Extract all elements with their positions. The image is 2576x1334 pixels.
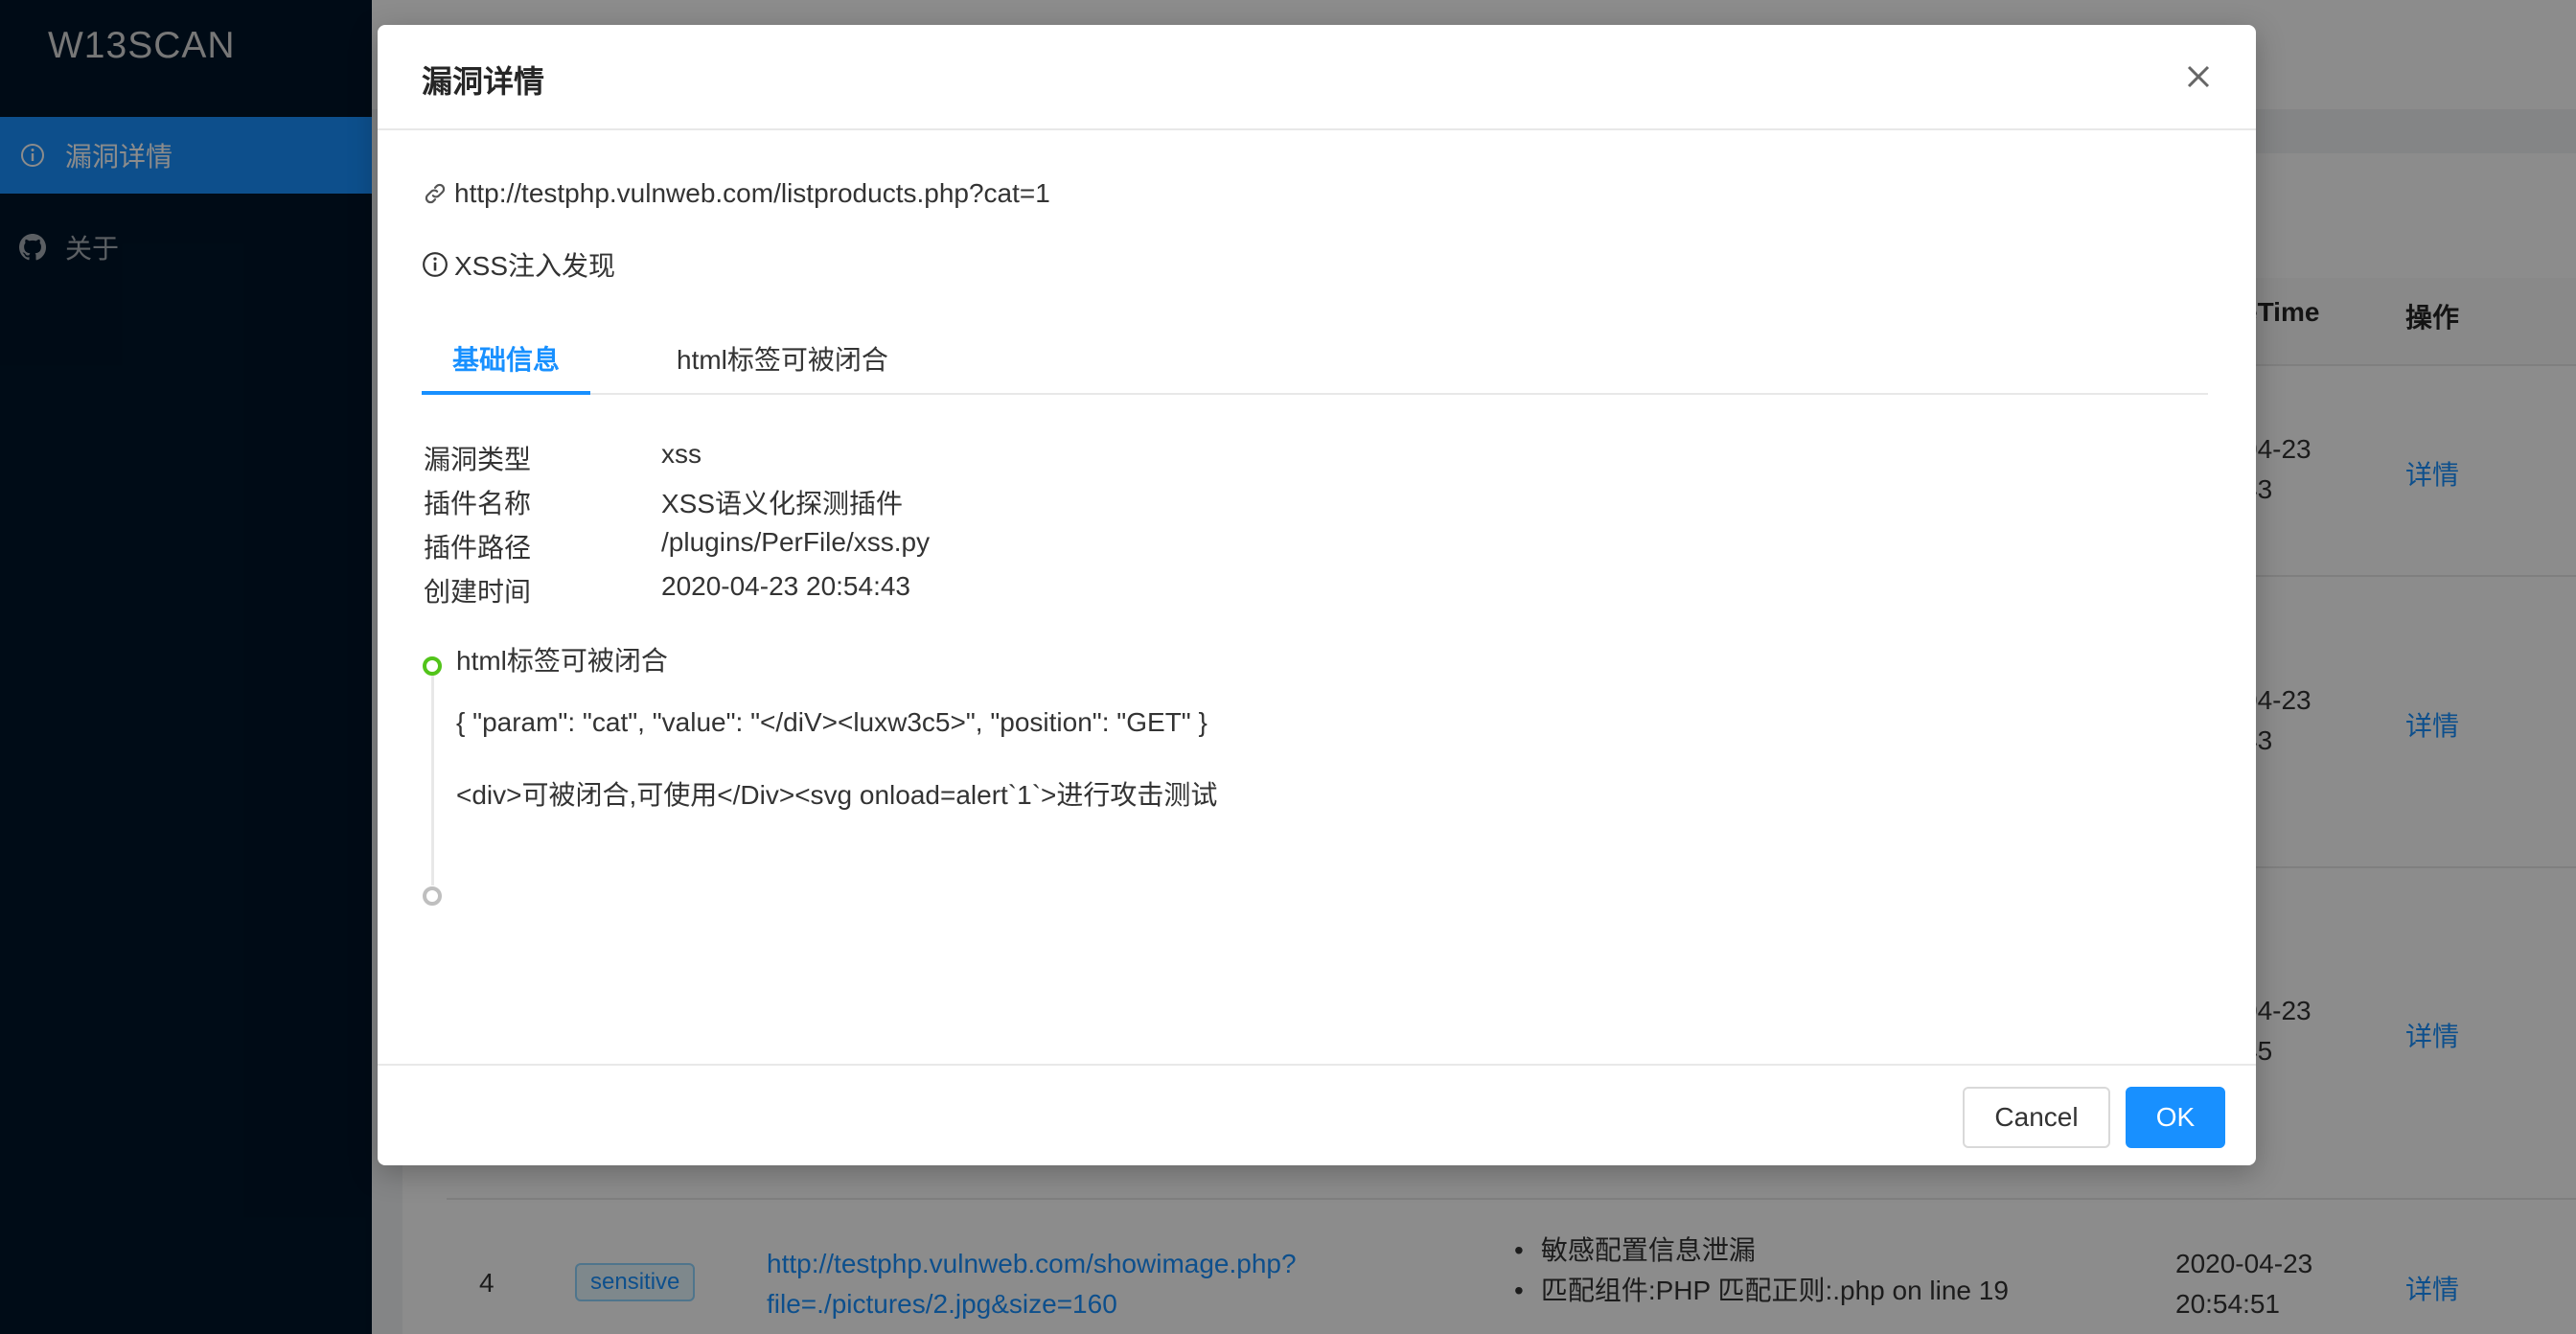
- detail-key: 创建时间: [424, 577, 532, 607]
- detail-key: 漏洞类型: [424, 445, 532, 474]
- detail-key: 插件路径: [424, 533, 532, 563]
- info-icon: [422, 251, 448, 278]
- detail-value: xss: [661, 439, 702, 469]
- detail-key: 插件名称: [424, 489, 532, 518]
- finding-row: XSS注入发现: [422, 245, 615, 284]
- tab-html-tag-closable[interactable]: html标签可被闭合: [677, 324, 888, 393]
- tab-basic-info[interactable]: 基础信息: [452, 324, 560, 393]
- finding-title: XSS注入发现: [454, 251, 616, 281]
- modal-header: 漏洞详情: [378, 25, 2256, 130]
- timeline-description: <div>可被闭合,可使用</Div><svg onload=alert`1`>…: [456, 780, 1218, 810]
- cancel-button[interactable]: Cancel: [1963, 1087, 2110, 1148]
- link-icon: [422, 180, 448, 207]
- tab-active-indicator: [422, 391, 590, 395]
- modal-footer: Cancel OK: [378, 1064, 2256, 1165]
- close-icon[interactable]: [2179, 58, 2218, 96]
- timeline-line: [431, 665, 434, 886]
- timeline-dot: [423, 656, 442, 676]
- ok-button[interactable]: OK: [2126, 1087, 2225, 1148]
- vuln-url: http://testphp.vulnweb.com/listproducts.…: [454, 178, 1050, 208]
- vuln-detail-modal: 漏洞详情 http://testphp.vulnweb.com/listprod…: [378, 25, 2256, 1165]
- timeline-title: html标签可被闭合: [456, 646, 668, 676]
- modal-title: 漏洞详情: [422, 64, 545, 99]
- detail-value: 2020-04-23 20:54:43: [661, 571, 910, 601]
- detail-tabs: 基础信息 html标签可被闭合: [422, 324, 2208, 395]
- detail-value: XSS语义化探测插件: [661, 489, 904, 518]
- timeline-dot: [423, 886, 442, 906]
- timeline-param: { "param": "cat", "value": "</diV><luxw3…: [456, 707, 1208, 737]
- detail-value: /plugins/PerFile/xss.py: [661, 527, 931, 557]
- vuln-url-row: http://testphp.vulnweb.com/listproducts.…: [422, 178, 1050, 209]
